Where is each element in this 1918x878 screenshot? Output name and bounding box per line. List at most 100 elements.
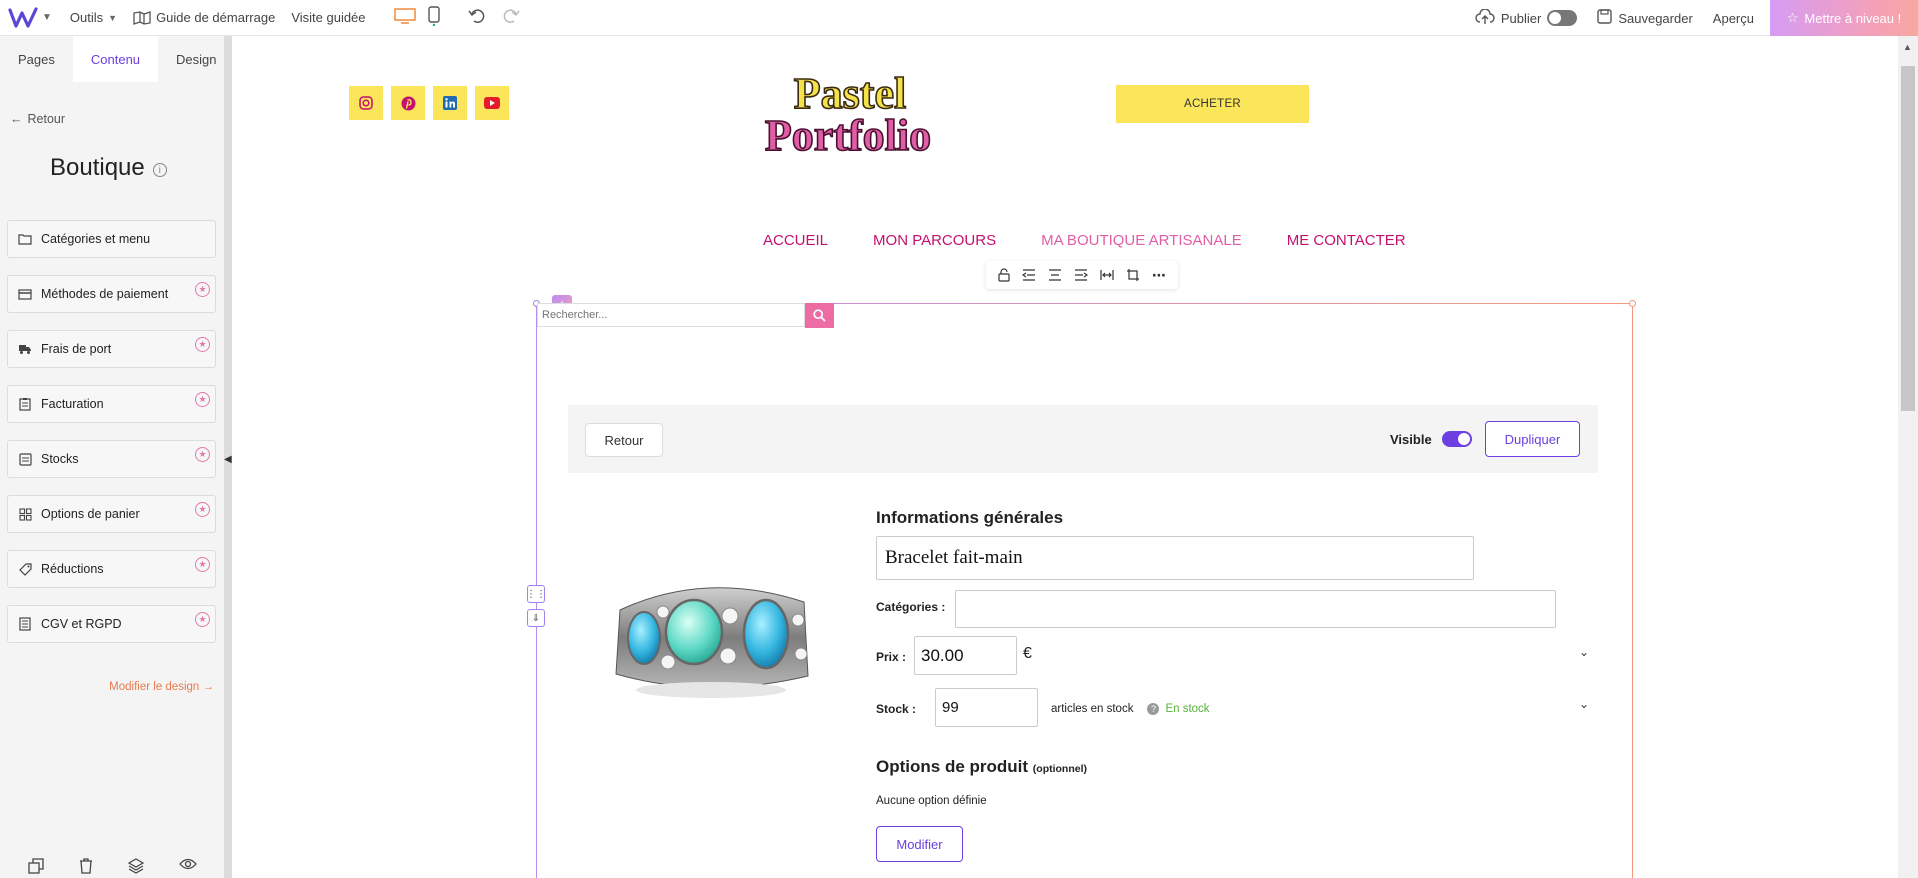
sidebar-item-billing[interactable]: Facturation ★	[7, 385, 216, 423]
nav-item-home[interactable]: ACCUEIL	[763, 232, 828, 249]
stock-input[interactable]: 99	[935, 688, 1038, 727]
pinterest-icon[interactable]	[391, 86, 425, 120]
sidebar-item-shipping[interactable]: Frais de port ★	[7, 330, 216, 368]
mobile-icon[interactable]	[427, 6, 440, 29]
page-title: Boutique	[50, 154, 145, 181]
preview-button[interactable]: Aperçu	[1713, 11, 1754, 26]
youtube-icon[interactable]	[475, 86, 509, 120]
sidebar: Pages Contenu Design ← Retour Boutique i…	[0, 36, 224, 878]
guided-tour-button[interactable]: Visite guidée	[291, 10, 365, 25]
resize-handle[interactable]	[1629, 300, 1636, 307]
sidebar-item-payment[interactable]: Méthodes de paiement ★	[7, 275, 216, 313]
drag-handles: ⋮⋮ ⇓	[526, 585, 546, 627]
categories-label: Catégories :	[876, 600, 946, 614]
linkedin-icon[interactable]	[433, 86, 467, 120]
instagram-icon[interactable]	[349, 86, 383, 120]
tag-icon	[18, 562, 32, 576]
sidebar-item-label: Facturation	[41, 397, 104, 411]
stretch-width-icon[interactable]	[1100, 269, 1114, 281]
chevron-down-icon[interactable]: ⌄	[1579, 645, 1589, 659]
premium-star-icon: ★	[195, 282, 210, 297]
desktop-icon[interactable]	[393, 8, 416, 27]
nav-item-journey[interactable]: MON PARCOURS	[873, 232, 996, 249]
price-input[interactable]: 30.00	[914, 636, 1017, 675]
upgrade-button[interactable]: ☆ Mettre à niveau !	[1770, 0, 1918, 36]
back-link[interactable]: ← Retour	[10, 112, 65, 126]
sidebar-item-terms[interactable]: CGV et RGPD ★	[7, 605, 216, 643]
toolbar-right: Publier Sauvegarder Aperçu ☆ Mettre à ni…	[1475, 0, 1918, 36]
arrow-left-icon: ←	[10, 112, 23, 126]
info-icon[interactable]: i	[152, 163, 167, 177]
visible-label: Visible	[1390, 431, 1432, 447]
premium-star-icon: ★	[195, 392, 210, 407]
sidebar-item-stocks[interactable]: Stocks ★	[7, 440, 216, 478]
buy-button[interactable]: ACHETER	[1116, 85, 1309, 123]
sidebar-item-cart-options[interactable]: Options de panier ★	[7, 495, 216, 533]
brand-line-2: Portfolio	[765, 111, 931, 160]
visible-toggle[interactable]	[1441, 431, 1472, 447]
tab-pages[interactable]: Pages	[0, 36, 73, 82]
book-icon	[133, 10, 151, 25]
tools-label: Outils	[69, 10, 104, 25]
redo-icon[interactable]	[502, 8, 520, 27]
undo-icon[interactable]	[467, 8, 486, 27]
sidebar-item-discounts[interactable]: Réductions ★	[7, 550, 216, 588]
more-icon[interactable]: ⋯	[1152, 267, 1166, 284]
layers-icon[interactable]	[127, 858, 144, 874]
folder-icon	[18, 232, 32, 246]
nav-item-shop[interactable]: MA BOUTIQUE ARTISANALE	[1041, 232, 1242, 249]
unlock-icon[interactable]	[998, 268, 1010, 282]
modify-design-link[interactable]: Modifier le design →	[109, 681, 214, 693]
search-input[interactable]	[537, 303, 805, 327]
cloud-upload-icon	[1475, 7, 1495, 28]
social-links	[349, 86, 509, 120]
general-info-heading: Informations générales	[876, 508, 1064, 527]
premium-star-icon: ★	[195, 557, 210, 572]
credit-card-icon	[18, 287, 32, 301]
publish-control[interactable]: Publier	[1475, 7, 1578, 28]
align-left-icon[interactable]	[1022, 269, 1036, 281]
resize-icon[interactable]	[1126, 268, 1140, 282]
scroll-up-icon[interactable]: ▲	[1903, 42, 1912, 52]
align-center-icon[interactable]	[1048, 269, 1062, 281]
eye-icon[interactable]	[178, 858, 197, 874]
nav-item-contact[interactable]: ME CONTACTER	[1287, 232, 1406, 249]
back-button[interactable]: Retour	[585, 423, 663, 457]
modify-options-button[interactable]: Modifier	[876, 826, 963, 862]
align-right-icon[interactable]	[1074, 269, 1088, 281]
start-guide-button[interactable]: Guide de démarrage	[133, 10, 275, 25]
brand-logo[interactable]: Pastel Portfolio	[720, 64, 940, 160]
anchor-down-icon[interactable]: ⇓	[527, 609, 545, 627]
help-icon[interactable]: ?	[1147, 703, 1160, 715]
currency-symbol: €	[1023, 645, 1032, 662]
premium-star-icon: ★	[195, 612, 210, 627]
product-name-input[interactable]: Bracelet fait-main	[876, 536, 1474, 580]
sidebar-item-label: CGV et RGPD	[41, 617, 122, 631]
duplicate-button[interactable]: Dupliquer	[1485, 421, 1580, 457]
product-image[interactable]	[606, 550, 818, 715]
stock-label: Stock :	[876, 702, 917, 716]
premium-star-icon: ★	[195, 447, 210, 462]
upgrade-label: Mettre à niveau !	[1804, 10, 1902, 26]
sidebar-item-categories[interactable]: Catégories et menu	[7, 220, 216, 258]
drag-icon[interactable]: ⋮⋮	[526, 585, 546, 603]
wix-logo-icon[interactable]	[8, 6, 38, 29]
tools-menu[interactable]: Outils ▼	[70, 10, 117, 25]
scrollbar-thumb[interactable]	[1901, 66, 1915, 411]
trash-icon[interactable]	[79, 858, 93, 874]
sidebar-item-label: Réductions	[41, 562, 104, 576]
clipboard-icon	[18, 397, 32, 411]
chevron-down-icon[interactable]: ▼	[42, 12, 52, 23]
tab-content[interactable]: Contenu	[72, 36, 159, 82]
sidebar-collapse-handle[interactable]: ◀	[224, 36, 232, 878]
duplicate-icon[interactable]	[27, 858, 44, 874]
chevron-down-icon[interactable]: ⌄	[1579, 697, 1589, 711]
box-icon	[18, 452, 32, 466]
canvas-scrollbar[interactable]: ▲	[1898, 36, 1918, 878]
save-button[interactable]: Sauvegarder	[1597, 9, 1693, 27]
premium-star-icon: ★	[195, 337, 210, 352]
search-button[interactable]	[805, 303, 834, 328]
categories-input[interactable]	[955, 590, 1556, 628]
publish-toggle[interactable]	[1547, 10, 1578, 26]
stock-unit: articles en stock	[1051, 703, 1134, 715]
